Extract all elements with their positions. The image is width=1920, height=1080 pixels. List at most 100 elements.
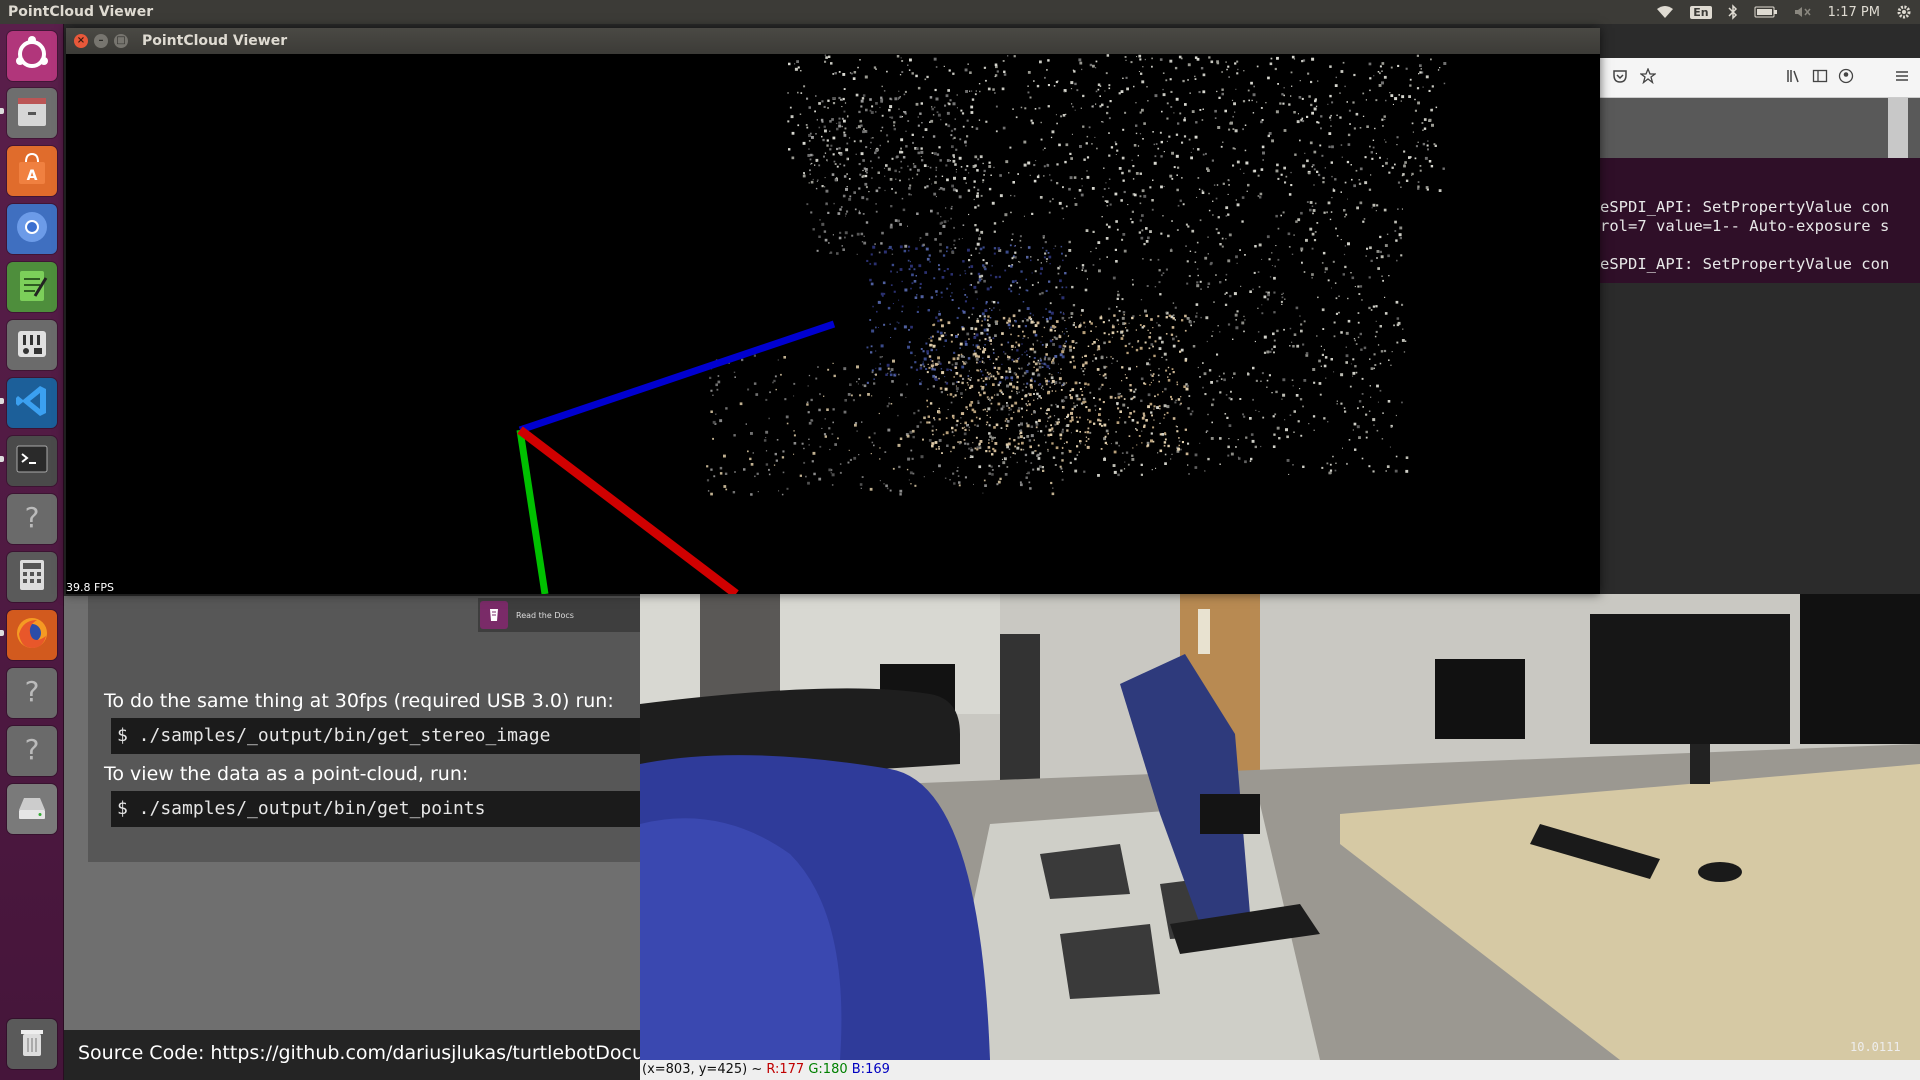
cloud-point <box>909 184 912 187</box>
cloud-point <box>1139 219 1142 222</box>
cloud-point <box>1274 265 1276 268</box>
cloud-point <box>1430 108 1433 112</box>
cloud-point <box>1009 456 1012 458</box>
disk-button[interactable] <box>7 784 57 834</box>
cloud-point <box>853 71 857 74</box>
system-settings-button[interactable] <box>7 320 57 370</box>
cloud-point <box>1290 184 1293 187</box>
bookmark-star-icon[interactable] <box>1639 67 1657 88</box>
point-cloud <box>706 54 1447 496</box>
cloud-point <box>984 484 987 487</box>
cloud-point <box>990 286 992 289</box>
cloud-point <box>763 439 767 442</box>
cloud-point <box>1008 395 1012 399</box>
cloud-point <box>1404 340 1407 342</box>
close-window-button[interactable]: × <box>74 34 88 48</box>
cloud-point <box>1430 165 1434 168</box>
cloud-point <box>1304 152 1306 154</box>
gear-icon[interactable] <box>1896 4 1912 20</box>
cloud-point <box>955 385 957 387</box>
ubuntu-dash-button[interactable] <box>7 31 57 81</box>
cloud-point <box>1122 311 1126 314</box>
cloud-point <box>998 275 1001 278</box>
cloud-point <box>1168 314 1171 317</box>
firefox-button[interactable] <box>7 610 57 660</box>
cloud-point <box>1008 437 1011 440</box>
svg-text:A: A <box>27 168 38 184</box>
camera-image-view[interactable] <box>640 594 1920 1060</box>
cloud-point <box>1312 212 1314 215</box>
window-titlebar[interactable]: × – □ PointCloud Viewer <box>66 28 1600 54</box>
cloud-point <box>1340 239 1342 241</box>
sidebar-icon[interactable] <box>1812 68 1828 88</box>
cloud-point <box>1006 321 1009 324</box>
cloud-point <box>1064 418 1066 420</box>
pointcloud-canvas[interactable] <box>66 54 1600 594</box>
files-button[interactable] <box>7 88 57 138</box>
cloud-point <box>1175 399 1177 401</box>
unknown-app-3-button[interactable]: ? <box>7 726 57 776</box>
library-icon[interactable] <box>1786 68 1802 88</box>
cloud-point <box>983 169 986 173</box>
cloud-point <box>898 322 900 324</box>
wifi-icon[interactable] <box>1656 5 1674 19</box>
cloud-point <box>749 457 752 461</box>
cloud-point <box>1121 156 1125 160</box>
cloud-point <box>924 271 927 274</box>
cloud-point <box>1320 127 1322 130</box>
keyboard-layout-indicator[interactable]: En <box>1690 5 1712 19</box>
notepad-icon <box>13 266 51 308</box>
cloud-point <box>1161 110 1163 113</box>
cloud-point <box>1409 84 1412 87</box>
volume-muted-icon[interactable] <box>1794 5 1812 19</box>
cloud-point <box>856 365 859 369</box>
cloud-point <box>937 319 940 323</box>
unknown-app-2-button[interactable]: ? <box>7 668 57 718</box>
source-code-link[interactable]: Source Code: https://github.com/dariusjl… <box>64 1030 640 1080</box>
software-center-button[interactable]: A <box>7 146 57 196</box>
cloud-point <box>1068 317 1070 319</box>
browser-scrollbar[interactable] <box>1888 98 1908 158</box>
calculator-button[interactable] <box>7 552 57 602</box>
pocket-icon[interactable] <box>1612 68 1628 88</box>
cloud-point <box>1299 315 1301 317</box>
cloud-point <box>912 163 915 165</box>
cloud-point <box>1234 129 1238 133</box>
cloud-point <box>824 238 828 242</box>
cloud-point <box>1307 72 1310 75</box>
cloud-point <box>1160 232 1163 235</box>
clock[interactable]: 1:17 PM <box>1828 5 1880 20</box>
pointcloud-viewer-window: × – □ PointCloud Viewer 39.8 FPS <box>66 28 1600 594</box>
hamburger-menu-icon[interactable] <box>1894 68 1910 88</box>
cloud-point <box>1068 187 1071 191</box>
cloud-point <box>1041 362 1043 365</box>
cloud-point <box>979 234 981 236</box>
cloud-point <box>1040 387 1043 389</box>
account-icon[interactable] <box>1838 68 1854 88</box>
vscode-button[interactable] <box>7 378 57 428</box>
cloud-point <box>899 268 903 271</box>
cloud-point <box>1180 348 1184 352</box>
calculator-icon <box>13 556 51 598</box>
cloud-point <box>776 439 779 441</box>
chromium-button[interactable] <box>7 204 57 254</box>
unknown-app-1-button[interactable]: ? <box>7 494 57 544</box>
cloud-point <box>958 238 960 240</box>
cloud-point <box>978 275 982 278</box>
cloud-point <box>1010 211 1012 214</box>
cloud-point <box>1335 312 1338 315</box>
maximize-window-button[interactable]: □ <box>114 34 128 48</box>
cloud-point <box>808 148 810 150</box>
cloud-point <box>750 493 753 496</box>
cloud-point <box>1205 316 1209 320</box>
cloud-point <box>1178 437 1180 439</box>
read-the-docs-badge[interactable]: Read the Docs <box>478 598 640 632</box>
terminal-button[interactable] <box>7 436 57 486</box>
bluetooth-icon[interactable] <box>1728 4 1738 20</box>
minimize-window-button[interactable]: – <box>94 34 108 48</box>
text-editor-button[interactable] <box>7 262 57 312</box>
battery-icon[interactable] <box>1754 6 1778 18</box>
cloud-point <box>1065 382 1068 384</box>
trash-button[interactable] <box>7 1019 57 1069</box>
cloud-point <box>1184 103 1187 106</box>
